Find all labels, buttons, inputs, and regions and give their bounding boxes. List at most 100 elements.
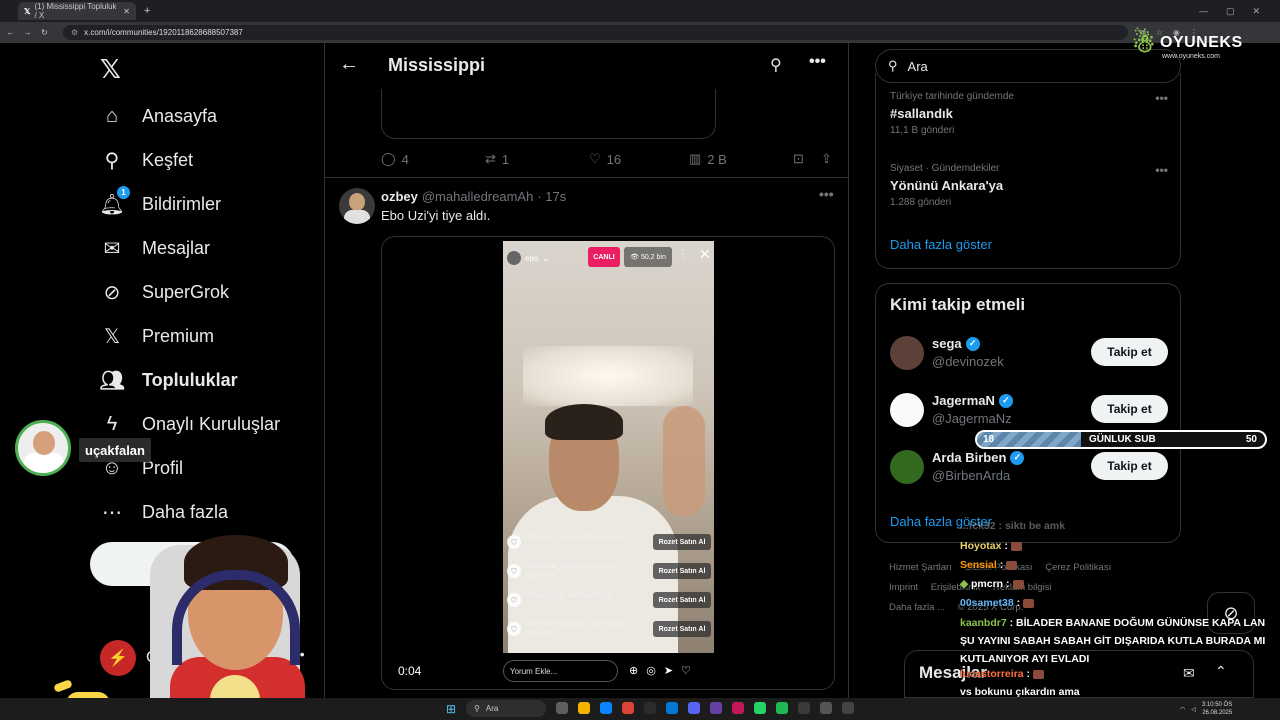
app-icon[interactable] — [732, 702, 744, 714]
like-icon: ♡ — [681, 665, 691, 677]
heart-icon: ♡ — [507, 564, 521, 578]
heart-icon: ♡ — [507, 593, 521, 607]
minimize-icon[interactable]: — — [1199, 6, 1208, 17]
follow-button[interactable]: Takip et — [1091, 452, 1168, 480]
tweet-time[interactable]: · 17s — [537, 189, 566, 204]
folder-icon[interactable] — [578, 702, 590, 714]
footer-link[interactable]: Daha fazla ... — [889, 602, 945, 613]
close-tab-icon[interactable]: ✕ — [123, 7, 130, 16]
chat-message: vs bokunu çıkardın ama — [960, 686, 1080, 698]
spotify-icon[interactable] — [776, 702, 788, 714]
taskbar-clock[interactable]: 3:10:50 ÖS 26.08.2025 — [1202, 701, 1232, 717]
chat-message: kaanbdr7 : BİLADER BANANE DOĞUM GÜNÜNSE … — [960, 614, 1272, 668]
app-icon[interactable] — [820, 702, 832, 714]
app-icon[interactable] — [644, 702, 656, 714]
video-player[interactable]: ebo ⌄ CANLI 👁︎ 50,2 bin ⋮ ✕ ♡ alinimzy_3… — [381, 236, 835, 690]
app-icon[interactable] — [710, 702, 722, 714]
trend-item[interactable]: Siyaset · Gündemdekiler Yönünü Ankara'ya… — [890, 163, 1170, 208]
footer-link[interactable]: Çerez Politikası — [1045, 562, 1111, 573]
previous-post-media[interactable] — [381, 89, 716, 139]
new-tab-icon[interactable]: + — [144, 5, 150, 17]
views-button[interactable]: ▥ 2 B — [689, 151, 793, 167]
badge-buy-button: Rozet Satın Al — [653, 621, 711, 637]
reload-icon[interactable]: ↻ — [38, 28, 51, 37]
chat-text: : — [1016, 597, 1021, 609]
footer-link[interactable]: Hizmet Şartları — [889, 562, 952, 573]
whatsapp-icon[interactable] — [754, 702, 766, 714]
view-count: 2 B — [707, 151, 727, 167]
url-input[interactable]: ⚙ x.com/i/communities/192011862868850738… — [63, 25, 1128, 40]
sidebar-item-supergrok[interactable]: ⊘ SuperGrok — [100, 274, 229, 310]
like-count: 16 — [606, 151, 622, 167]
tweet-more-icon[interactable]: ••• — [819, 186, 834, 202]
community-search-icon[interactable]: ⚲ — [770, 55, 782, 75]
sidebar-item-label: Premium — [142, 325, 215, 346]
video-frame[interactable]: ebo ⌄ CANLI 👁︎ 50,2 bin ⋮ ✕ ♡ alinimzy_3… — [503, 241, 714, 653]
live-comment: ♡ aramsiyar_taysun04 bir rozet satın ald… — [507, 560, 711, 584]
clock-date: 26.08.2025 — [1202, 710, 1233, 716]
avatar[interactable] — [339, 188, 375, 224]
bookmark-icon[interactable]: ⊡ — [793, 151, 821, 167]
x-logo-icon[interactable]: 𝕏 — [100, 55, 121, 85]
back-nav-icon[interactable]: ← — [4, 28, 17, 37]
forward-nav-icon[interactable]: → — [21, 28, 34, 37]
app-icon[interactable] — [556, 702, 568, 714]
suggestion-name: Arda Birben — [932, 450, 1007, 465]
reply-button[interactable]: ◯ 4 — [381, 151, 485, 167]
heart-icon: ♡ — [507, 535, 521, 549]
like-button[interactable]: ♡ 16 — [589, 151, 689, 167]
suggestion-row[interactable]: JagermaN ✓ @JagermaNz Takip et — [890, 389, 1170, 433]
site-info-icon[interactable]: ⚙ — [71, 28, 78, 37]
analytics-icon: ▥ — [689, 151, 702, 166]
taskbar-search[interactable]: ⚲ Ara — [466, 700, 546, 717]
chat-user: pmcrn — [971, 578, 1004, 590]
search-icon: ⚲ — [474, 704, 480, 713]
repost-button[interactable]: ⇄ 1 — [485, 151, 589, 167]
app-icon[interactable] — [842, 702, 854, 714]
follow-button[interactable]: Takip et — [1091, 395, 1168, 423]
sidebar-item-home[interactable]: ⌂ Anasayfa — [100, 98, 217, 134]
sidebar-item-label: Onaylı Kuruluşlar — [142, 413, 281, 434]
footer-link[interactable]: Imprint — [889, 582, 918, 593]
wifi-icon[interactable]: ◠ — [1180, 706, 1185, 713]
sidebar-item-communities[interactable]: 👥︎ Topluluklar — [99, 362, 237, 398]
chat-text: : siktı be amk — [998, 520, 1066, 532]
sidebar-item-explore[interactable]: ⚲ Keşfet — [100, 142, 193, 178]
suggestion-row[interactable]: Arda Birben ✓ @BirbenArda Takip et — [890, 446, 1170, 490]
sidebar-item-messages[interactable]: ✉ Mesajlar — [100, 230, 210, 266]
account-switcher[interactable]: ⚡ C ••• — [100, 640, 305, 676]
follow-button[interactable]: Takip et — [1091, 338, 1168, 366]
trend-item[interactable]: Türkiye tarihinde gündemde #sallandık 11… — [890, 91, 1170, 136]
close-window-icon[interactable]: ✕ — [1252, 6, 1260, 17]
app-icon[interactable] — [666, 702, 678, 714]
suggestion-row[interactable]: sega ✓ @devinozek Takip et — [890, 332, 1170, 376]
edge-icon[interactable] — [600, 702, 612, 714]
home-icon: ⌂ — [105, 104, 119, 127]
discord-icon[interactable] — [688, 702, 700, 714]
author-name[interactable]: ozbey — [381, 189, 418, 204]
video-username: ebo — [525, 253, 539, 263]
plus-icon: ⊕ — [629, 665, 639, 677]
sidebar-item-premium[interactable]: 𝕏 Premium — [100, 318, 214, 354]
windows-start-icon[interactable]: ⊞ — [446, 702, 458, 716]
show-more-trends-link[interactable]: Daha fazla göster — [890, 237, 992, 252]
author-handle[interactable]: @mahalledreamAh — [422, 189, 533, 204]
sidebar-item-notifications[interactable]: 🔔︎ 1 Bildirimler — [99, 186, 221, 222]
chat-text: : — [1026, 668, 1031, 680]
back-arrow-icon[interactable]: ← — [339, 53, 359, 76]
streamer-avatar — [15, 420, 71, 476]
suggestion-handle: @JagermaNz — [932, 411, 1012, 426]
sidebar-item-verified-orgs[interactable]: ϟ Onaylı Kuruluşlar — [100, 406, 280, 442]
app-icon[interactable] — [798, 702, 810, 714]
window-controls: — ▢ ✕ — [1199, 6, 1280, 17]
share-icon[interactable]: ⇪ — [821, 151, 832, 167]
more-options-icon[interactable]: ••• — [809, 53, 826, 71]
chat-text: vs bokunu çıkardın ama — [960, 686, 1080, 698]
maximize-icon[interactable]: ▢ — [1226, 6, 1235, 17]
more-dots-icon[interactable]: ••• — [1155, 91, 1168, 105]
chrome-icon[interactable] — [622, 702, 634, 714]
more-dots-icon[interactable]: ••• — [1155, 163, 1168, 177]
volume-icon[interactable]: ◁ — [1191, 706, 1196, 713]
browser-tab[interactable]: 𝕏 (1) Mississippi Topluluk / X ✕ — [18, 2, 136, 20]
chat-user: kaanbdr7 — [960, 617, 1007, 629]
